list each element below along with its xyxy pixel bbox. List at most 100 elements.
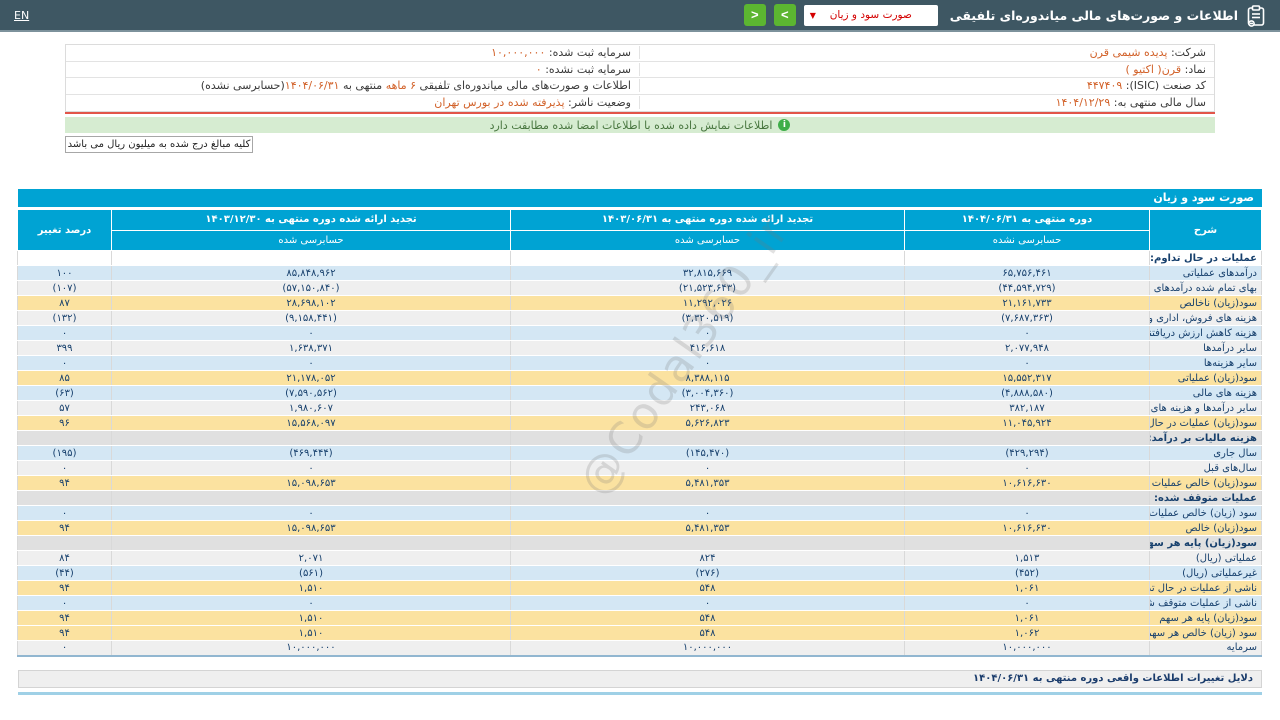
reasons-expand-bar[interactable]: دلایل تغییرات اطلاعات واقعی دوره منتهی ب… (18, 670, 1262, 688)
company-info-cell-left: سرمایه ثبت شده: ۱۰,۰۰۰,۰۰۰ (66, 46, 640, 59)
row-period-value: (۷,۵۹۰,۵۶۲) (112, 386, 511, 401)
statement-data-row: سایر هزینه‌ها۰۰۰۰ (18, 356, 1262, 371)
row-period-value: ۱,۹۸۰,۶۰۷ (112, 401, 511, 416)
row-label: سال جاری (1150, 446, 1262, 461)
row-label: سود(زیان) خالص (1150, 521, 1262, 536)
row-label: سود(زیان) عملیاتی (1150, 371, 1262, 386)
row-change-value: ۰ (18, 326, 112, 341)
statement-data-row: درآمدهای عملیاتی۶۵,۷۵۶,۴۶۱۳۲,۸۱۵,۶۶۹۸۵,۸… (18, 266, 1262, 281)
row-period-value: ۲,۰۷۷,۹۴۸ (905, 341, 1150, 356)
row-change-value (18, 491, 112, 506)
row-label: سود(زیان) عملیات در حال تداوم قبل از مال… (1150, 416, 1262, 431)
signed-match-notice: i اطلاعات نمایش داده شده با اطلاعات امضا… (65, 117, 1215, 133)
row-period-value: ۱۵,۰۹۸,۶۵۳ (112, 476, 511, 491)
row-change-value: ۹۴ (18, 611, 112, 626)
statement-data-row: سال جاری(۴۲۹,۲۹۴)(۱۴۵,۴۷۰)(۴۶۹,۴۴۴)(۱۹۵) (18, 446, 1262, 461)
statement-data-row: سود(زیان) ناخالص۲۱,۱۶۱,۷۳۳۱۱,۲۹۲,۰۲۶۲۸,۶… (18, 296, 1262, 311)
row-label: ناشی از عملیات در حال تداوم (1150, 581, 1262, 596)
row-label: سایر درآمدها و هزینه های غیرعملیاتی (1150, 401, 1262, 416)
next-statement-button[interactable]: > (774, 4, 796, 26)
row-change-value: (۱۳۲) (18, 311, 112, 326)
company-info-section: شرکت: پدیده شیمی قرنسرمایه ثبت شده: ۱۰,۰… (65, 44, 1215, 153)
col-period-restated-1: تجدید ارائه شده دوره منتهی به ۱۴۰۳/۰۶/۳۱… (511, 210, 905, 251)
info-icon: i (778, 119, 790, 131)
row-change-value: ۵۷ (18, 401, 112, 416)
statement-data-row: سال‌های قبل۰۰۰۰ (18, 461, 1262, 476)
row-period-value: (۱۴۵,۴۷۰) (511, 446, 905, 461)
row-change-value: ۹۴ (18, 626, 112, 641)
col-period-current: دوره منتهی به ۱۴۰۴/۰۶/۳۱ حسابرسی نشده (905, 210, 1150, 251)
info-value: ۱۴۰۴/۰۶/۳۱ (285, 79, 340, 92)
row-change-value: (۶۳) (18, 386, 112, 401)
row-period-value: ۰ (905, 506, 1150, 521)
row-period-value (511, 491, 905, 506)
row-period-value: ۰ (112, 461, 511, 476)
info-value: پدیده شیمی قرن (1090, 46, 1168, 59)
row-period-value: ۱,۰۶۲ (905, 626, 1150, 641)
row-change-value: (۴۴) (18, 566, 112, 581)
statement-data-row: ناشی از عملیات متوقف شده۰۰۰۰ (18, 596, 1262, 611)
row-period-value: ۳۸۲,۱۸۷ (905, 401, 1150, 416)
row-period-value: ۶۵,۷۵۶,۴۶۱ (905, 266, 1150, 281)
row-change-value: ۰ (18, 356, 112, 371)
row-period-value: ۱۵,۰۹۸,۶۵۳ (112, 521, 511, 536)
row-change-value: ۳۹۹ (18, 341, 112, 356)
row-change-value (18, 536, 112, 551)
row-period-value: ۰ (905, 356, 1150, 371)
row-change-value: ۰ (18, 461, 112, 476)
row-period-value: ۱۰,۰۰۰,۰۰۰ (112, 641, 511, 656)
statement-data-row: هزینه کاهش ارزش دریافتنی ها (هزینه استثن… (18, 326, 1262, 341)
row-label: سرمایه (1150, 641, 1262, 656)
company-info-cell-right: شرکت: پدیده شیمی قرن (640, 46, 1214, 59)
top-navbar: اطلاعات و صورت‌های مالی میاندوره‌ای تلفی… (0, 0, 1280, 32)
row-period-value: ۱,۵۱۰ (112, 581, 511, 596)
statement-data-row: سود(زیان) خالص۱۰,۶۱۶,۶۳۰۵,۴۸۱,۳۵۳۱۵,۰۹۸,… (18, 521, 1262, 536)
row-change-value: (۱۹۵) (18, 446, 112, 461)
row-period-value: ۵۴۸ (511, 611, 905, 626)
row-label: هزینه های مالی (1150, 386, 1262, 401)
financial-statements-icon (1246, 5, 1266, 25)
row-label: درآمدهای عملیاتی (1150, 266, 1262, 281)
row-change-value: ۸۵ (18, 371, 112, 386)
row-period-value: ۵,۴۸۱,۳۵۳ (511, 476, 905, 491)
dropdown-selected-value: صورت سود و زیان (830, 9, 912, 21)
income-statement-section: صورت سود و زیان شرح دوره منتهی به ۱۴۰۴/۰… (18, 189, 1262, 657)
statement-header-row: شرح دوره منتهی به ۱۴۰۴/۰۶/۳۱ حسابرسی نشد… (18, 210, 1262, 251)
col-change-percent: درصد تغییر (18, 210, 112, 251)
company-info-cell-right: کد صنعت (ISIC): ۴۴۷۴۰۹ (640, 79, 1214, 92)
prev-statement-button[interactable]: < (744, 4, 766, 26)
row-change-value: ۸۴ (18, 551, 112, 566)
statement-data-row: سایر درآمدها و هزینه های غیرعملیاتی۳۸۲,۱… (18, 401, 1262, 416)
red-separator (65, 112, 1215, 114)
statement-data-row: سود(زیان) خالص عملیات در حال تداوم۱۰,۶۱۶… (18, 476, 1262, 491)
row-label: سود(زیان) پایه هر سهم (1150, 611, 1262, 626)
row-period-value (905, 536, 1150, 551)
info-value: ۴۴۷۴۰۹ (1087, 79, 1122, 92)
company-info-row: شرکت: پدیده شیمی قرنسرمایه ثبت شده: ۱۰,۰… (66, 45, 1214, 62)
company-info-cell-right: نماد: قرن( اکتیو ) (640, 63, 1214, 76)
language-switch-en[interactable]: EN (14, 9, 29, 22)
row-period-value: ۳۲,۸۱۵,۶۶۹ (511, 266, 905, 281)
row-period-value: ۲۴۳,۰۶۸ (511, 401, 905, 416)
info-value: ۶ ماهه (386, 79, 416, 92)
row-period-value: ۰ (112, 326, 511, 341)
row-period-value: (۲۱,۵۲۳,۶۴۳) (511, 281, 905, 296)
row-period-value: ۲,۰۷۱ (112, 551, 511, 566)
next-section-edge (18, 692, 1262, 695)
row-label: ناشی از عملیات متوقف شده (1150, 596, 1262, 611)
row-change-value (18, 251, 112, 266)
row-period-value: ۰ (112, 596, 511, 611)
info-value: ۱۴۰۴/۱۲/۲۹ (1056, 96, 1111, 109)
row-period-value: ۵,۶۲۶,۸۲۳ (511, 416, 905, 431)
company-info-row: کد صنعت (ISIC): ۴۴۷۴۰۹اطلاعات و صورت‌های… (66, 78, 1214, 95)
row-label: سود(زیان) ناخالص (1150, 296, 1262, 311)
signed-match-text: اطلاعات نمایش داده شده با اطلاعات امضا ش… (490, 119, 773, 132)
row-period-value: (۵۶۱) (112, 566, 511, 581)
statement-data-row: سود (زیان) خالص عملیات متوقف شده۰۰۰۰ (18, 506, 1262, 521)
row-change-value: ۹۴ (18, 521, 112, 536)
row-period-value: ۲۱,۱۶۱,۷۳۳ (905, 296, 1150, 311)
statement-data-row: سود (زیان) خالص هر سهم - ریال۱,۰۶۲۵۴۸۱,۵… (18, 626, 1262, 641)
row-label: سود(زیان) پایه هر سهم: (1150, 536, 1262, 551)
statement-type-dropdown[interactable]: صورت سود و زیان ▼ (804, 5, 938, 26)
row-period-value: ۱,۰۶۱ (905, 581, 1150, 596)
